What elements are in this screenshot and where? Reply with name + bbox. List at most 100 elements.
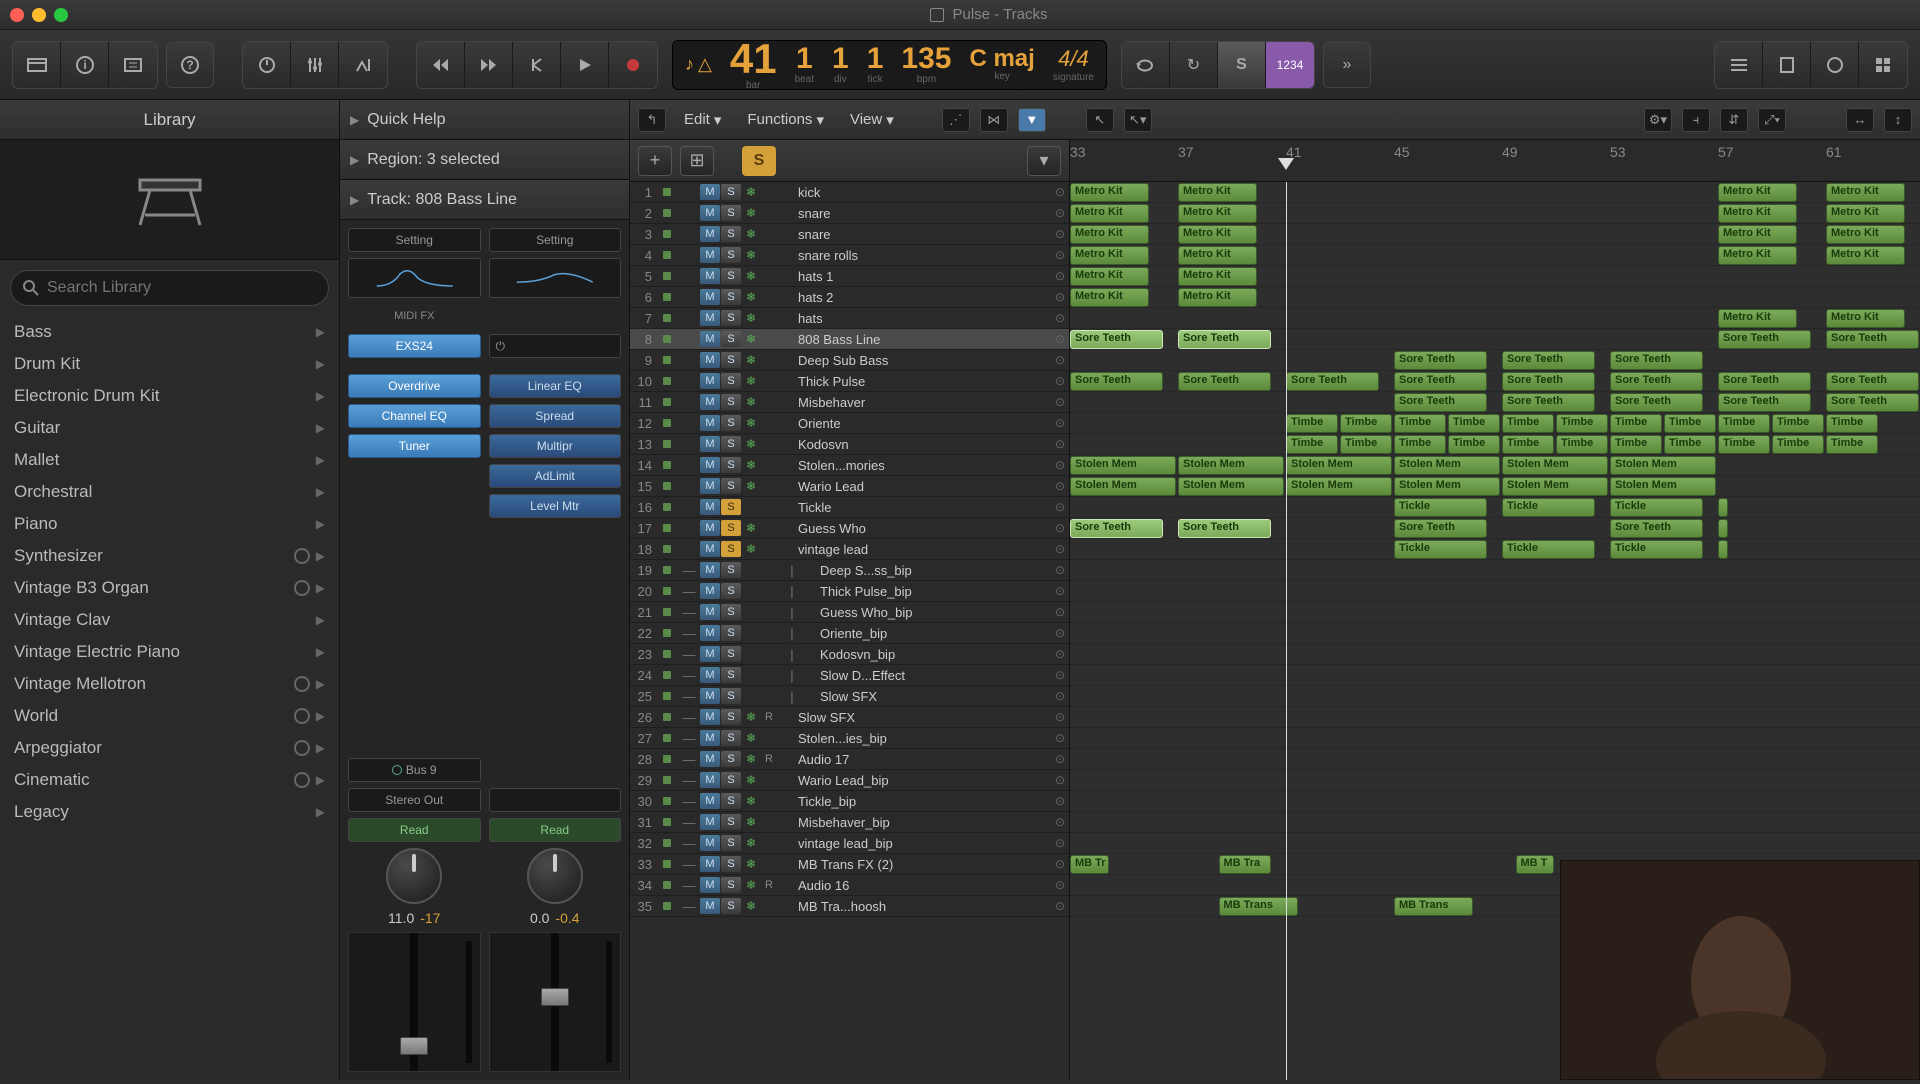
region[interactable]: Sore Teeth [1394, 393, 1487, 412]
mute-button[interactable]: M [700, 415, 720, 431]
eq-thumbnail[interactable] [489, 258, 622, 298]
freeze-icon[interactable] [742, 583, 760, 599]
track-color-icon[interactable] [663, 671, 671, 679]
view-menu[interactable]: View ▾ [842, 107, 902, 133]
region[interactable]: Sore Teeth [1826, 330, 1919, 349]
track-row[interactable]: 8 M S ❄ 808 Bass Line ⊙ [630, 329, 1069, 350]
region[interactable]: Stolen Mem [1178, 456, 1284, 475]
region[interactable]: Metro Kit [1178, 246, 1257, 265]
track-info-icon[interactable]: ⊙ [1051, 542, 1069, 556]
region[interactable]: Sore Teeth [1502, 351, 1595, 370]
region[interactable]: Metro Kit [1070, 288, 1149, 307]
freeze-icon[interactable] [742, 604, 760, 620]
track-row[interactable]: 24 — M S | Slow D...Effect ⊙ [630, 665, 1069, 686]
arrange-row[interactable] [1070, 770, 1920, 791]
region[interactable]: Timbe [1556, 435, 1608, 454]
region[interactable]: Timbe [1394, 435, 1446, 454]
track-color-icon[interactable] [663, 881, 671, 889]
power-icon[interactable] [294, 740, 310, 756]
duplicate-track-button[interactable]: ⊞ [680, 146, 714, 176]
track-info-icon[interactable]: ⊙ [1051, 752, 1069, 766]
region[interactable]: Sore Teeth [1070, 330, 1163, 349]
track-row[interactable]: 32 — M S ❄ vintage lead_bip ⊙ [630, 833, 1069, 854]
region[interactable]: Tickle [1502, 540, 1595, 559]
solo-button[interactable]: S [721, 814, 741, 830]
freeze-icon[interactable]: ❄ [742, 268, 760, 284]
region[interactable]: Timbe [1502, 435, 1554, 454]
region[interactable]: Timbe [1826, 414, 1878, 433]
zoom-button[interactable] [54, 8, 68, 22]
mute-button[interactable]: M [700, 688, 720, 704]
region[interactable]: Sore Teeth [1178, 330, 1271, 349]
library-category[interactable]: Vintage Electric Piano▶ [0, 636, 339, 668]
library-category[interactable]: Cinematic▶ [0, 764, 339, 796]
region[interactable]: Timbe [1448, 414, 1500, 433]
track-info-icon[interactable]: ⊙ [1051, 311, 1069, 325]
pan-knob[interactable] [386, 848, 442, 904]
track-name[interactable]: hats 2 [784, 290, 1051, 305]
track-info-icon[interactable]: ⊙ [1051, 521, 1069, 535]
track-name[interactable]: Oriente [784, 416, 1051, 431]
edit-menu[interactable]: Edit ▾ [676, 107, 729, 133]
track-color-icon[interactable] [663, 713, 671, 721]
track-row[interactable]: 7 M S ❄ hats ⊙ [630, 308, 1069, 329]
region[interactable]: Timbe [1826, 435, 1878, 454]
track-name[interactable]: Misbehaver [784, 395, 1051, 410]
region[interactable]: Metro Kit [1826, 204, 1905, 223]
track-row[interactable]: 5 M S ❄ hats 1 ⊙ [630, 266, 1069, 287]
solo-button[interactable]: S [1218, 42, 1266, 88]
region[interactable]: Timbe [1718, 414, 1770, 433]
mute-button[interactable]: M [700, 289, 720, 305]
track-name[interactable]: hats [784, 311, 1051, 326]
region[interactable]: Tickle [1610, 498, 1703, 517]
mute-button[interactable]: M [700, 898, 720, 914]
drag-button[interactable]: ⇵ [1720, 108, 1748, 132]
solo-button[interactable]: S [721, 625, 741, 641]
flex-button[interactable]: ⋈ [980, 108, 1008, 132]
library-category[interactable]: Orchestral▶ [0, 476, 339, 508]
mute-button[interactable]: M [700, 793, 720, 809]
track-info-icon[interactable]: ⊙ [1051, 479, 1069, 493]
freeze-icon[interactable]: ❄ [742, 877, 760, 893]
track-name[interactable]: Slow SFX [806, 689, 1051, 704]
loop-browser-button[interactable] [1811, 42, 1859, 88]
insert-slot[interactable]: AdLimit [489, 464, 622, 488]
mute-button[interactable]: M [700, 520, 720, 536]
region[interactable]: Stolen Mem [1286, 477, 1392, 496]
track-name[interactable]: Wario Lead [784, 479, 1051, 494]
functions-menu[interactable]: Functions ▾ [739, 107, 832, 133]
track-color-icon[interactable] [663, 818, 671, 826]
library-category[interactable]: Electronic Drum Kit▶ [0, 380, 339, 412]
track-info-icon[interactable]: ⊙ [1051, 269, 1069, 283]
library-category[interactable]: Legacy▶ [0, 796, 339, 828]
insert-slot[interactable]: Linear EQ [489, 374, 622, 398]
freeze-icon[interactable] [742, 562, 760, 578]
mute-button[interactable]: M [700, 835, 720, 851]
library-category[interactable]: Synthesizer▶ [0, 540, 339, 572]
track-info-icon[interactable]: ⊙ [1051, 185, 1069, 199]
region[interactable]: Timbe [1664, 414, 1716, 433]
freeze-icon[interactable]: ❄ [742, 520, 760, 536]
solo-button[interactable]: S [721, 730, 741, 746]
track-name[interactable]: kick [784, 185, 1051, 200]
track-info-icon[interactable]: ⊙ [1051, 206, 1069, 220]
track-row[interactable]: 10 M S ❄ Thick Pulse ⊙ [630, 371, 1069, 392]
pointer-tool[interactable]: ↖ [1086, 108, 1114, 132]
track-name[interactable]: Guess Who_bip [806, 605, 1051, 620]
region[interactable]: Sore Teeth [1610, 351, 1703, 370]
solo-button[interactable]: S [721, 415, 741, 431]
track-info-icon[interactable]: ⊙ [1051, 437, 1069, 451]
library-toggle[interactable] [13, 42, 61, 88]
arrange-row[interactable] [1070, 623, 1920, 644]
region[interactable] [1718, 498, 1728, 517]
freeze-icon[interactable] [742, 625, 760, 641]
lcd-display[interactable]: ♪ △ 41bar 1beat 1div 1tick 135bpm C majk… [672, 40, 1107, 90]
region[interactable]: Timbe [1556, 414, 1608, 433]
mute-button[interactable]: M [700, 184, 720, 200]
region[interactable]: Metro Kit [1826, 309, 1905, 328]
track-row[interactable]: 12 M S ❄ Oriente ⊙ [630, 413, 1069, 434]
solo-button[interactable]: S [721, 793, 741, 809]
track-row[interactable]: 22 — M S | Oriente_bip ⊙ [630, 623, 1069, 644]
region[interactable]: Metro Kit [1070, 267, 1149, 286]
insert-slot[interactable]: Multipr [489, 434, 622, 458]
